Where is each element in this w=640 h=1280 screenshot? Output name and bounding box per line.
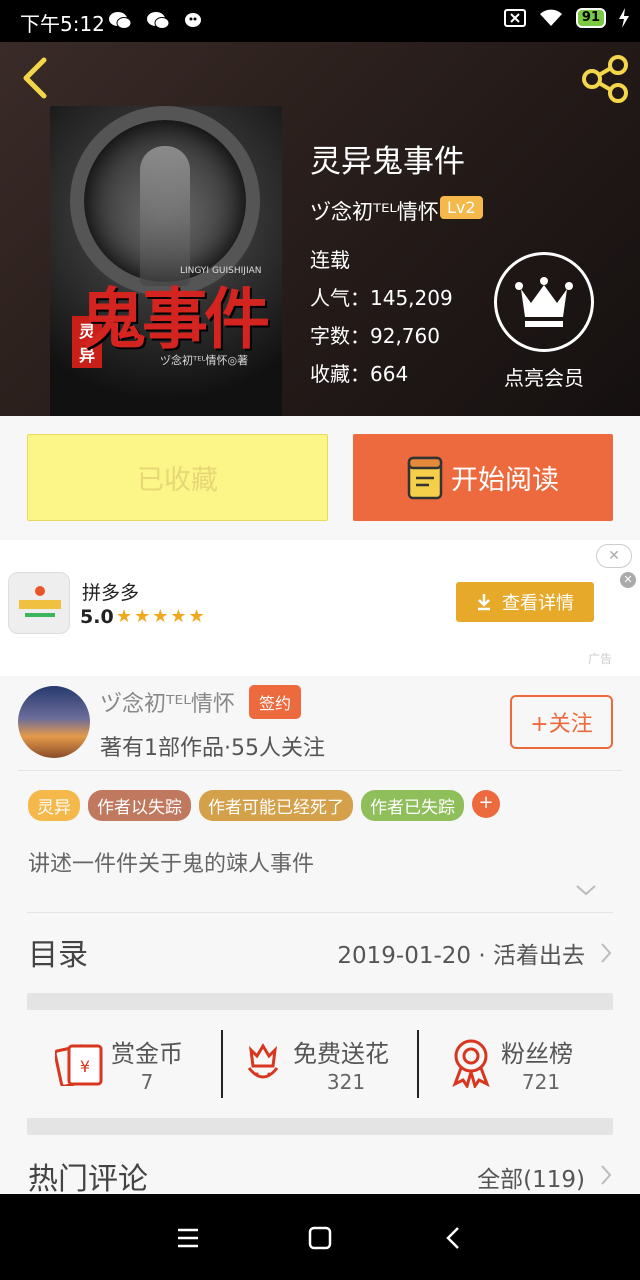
ad-details-button[interactable]: 查看详情 bbox=[456, 582, 594, 622]
reward-coins-button[interactable]: ¥ 赏金币 7 bbox=[27, 1010, 221, 1118]
share-icon[interactable] bbox=[580, 54, 630, 104]
author-avatar[interactable] bbox=[18, 686, 90, 758]
tag-list: 灵异 作者以失踪 作者可能已经死了 作者已失踪 + bbox=[28, 790, 500, 821]
chevron-down-icon[interactable] bbox=[574, 882, 598, 898]
ad-star-rating: ★★★★★ bbox=[116, 606, 207, 627]
reward-label: 粉丝榜 bbox=[501, 1040, 573, 1068]
start-reading-button[interactable]: 开始阅读 bbox=[353, 434, 613, 521]
hot-comments-row[interactable]: 热门评论 全部(119) bbox=[28, 1150, 613, 1200]
send-flower-button[interactable]: 免费送花 321 bbox=[223, 1010, 417, 1118]
sim-icon bbox=[503, 9, 526, 27]
battery-indicator: 91 bbox=[575, 8, 606, 28]
tag-item[interactable]: 作者已失踪 bbox=[361, 790, 464, 821]
status-bar: 下午5:12 91 bbox=[0, 0, 640, 42]
status-time: 下午5:12 bbox=[20, 12, 105, 36]
flower-icon bbox=[247, 1043, 279, 1079]
wifi-icon bbox=[539, 9, 562, 26]
vip-button[interactable] bbox=[494, 252, 594, 352]
ad-label: 广告 bbox=[588, 652, 613, 666]
bird-icon bbox=[185, 13, 202, 27]
author-stats: 著有1部作品·55人关注 bbox=[100, 736, 325, 761]
section-separator bbox=[27, 993, 613, 1010]
fan-ranking-button[interactable]: 粉丝榜 721 bbox=[419, 1010, 613, 1118]
book-author[interactable]: ヅ念初ᵀᴱᴸ情怀 bbox=[310, 196, 439, 226]
all-comments-link[interactable]: 全部(119) bbox=[477, 1160, 585, 1194]
cover-title: 鬼事件 bbox=[80, 280, 270, 358]
latest-chapter: 2019-01-20 · 活着出去 bbox=[337, 943, 585, 969]
back-nav-icon[interactable] bbox=[436, 1220, 472, 1256]
medal-icon bbox=[452, 1039, 490, 1088]
charging-icon bbox=[619, 8, 629, 28]
rewards-row: ¥ 赏金币 7 免费送花 321 粉丝榜 721 bbox=[27, 1010, 613, 1118]
section-separator bbox=[27, 1118, 613, 1135]
book-popularity: 人气：145,209 bbox=[310, 286, 453, 310]
tag-item[interactable]: 灵异 bbox=[28, 790, 80, 821]
author-level-badge: Lv2 bbox=[440, 196, 483, 219]
chevron-right-icon bbox=[601, 943, 612, 963]
cover-author: ヅ念初ᵀᴱᴸ情怀◎著 bbox=[160, 354, 249, 367]
table-of-contents-row[interactable]: 目录 2019-01-20 · 活着出去 bbox=[28, 930, 613, 980]
reward-label: 赏金币 bbox=[111, 1040, 183, 1068]
reward-count: 321 bbox=[326, 1070, 366, 1094]
ad-close-button[interactable]: ✕ bbox=[596, 544, 632, 568]
chevron-right-icon bbox=[601, 1165, 612, 1185]
reward-count: 7 bbox=[140, 1070, 154, 1094]
back-icon[interactable] bbox=[16, 56, 56, 100]
action-area: 已收藏 开始阅读 bbox=[0, 416, 640, 540]
author-name[interactable]: ヅ念初ᵀᴱᴸ情怀 bbox=[100, 686, 235, 718]
home-icon[interactable] bbox=[302, 1220, 338, 1256]
book-icon bbox=[407, 456, 443, 499]
ad-app-name: 拼多多 bbox=[82, 582, 140, 604]
signed-badge: 签约 bbox=[249, 685, 302, 719]
tag-item[interactable]: 作者以失踪 bbox=[88, 790, 191, 821]
ad-rating: 5.0 bbox=[80, 606, 114, 628]
toc-label: 目录 bbox=[28, 938, 88, 973]
crown-icon bbox=[515, 277, 573, 327]
ad-app-icon bbox=[8, 572, 70, 634]
svg-text:¥: ¥ bbox=[80, 1057, 90, 1076]
system-nav-bar bbox=[0, 1194, 640, 1280]
wechat-icon bbox=[109, 12, 132, 29]
hot-comments-label: 热门评论 bbox=[28, 1162, 148, 1197]
ad-details-label: 查看详情 bbox=[502, 593, 574, 614]
notification-icons bbox=[108, 9, 205, 30]
ad-banner[interactable]: ✕ ✕ 拼多多 5.0 ★★★★★ 查看详情 广告 bbox=[0, 540, 640, 676]
book-favorites: 收藏：664 bbox=[310, 362, 409, 386]
tag-item[interactable]: 作者可能已经死了 bbox=[199, 790, 353, 821]
book-description: 讲述一件件关于鬼的竦人事件 bbox=[28, 852, 315, 877]
book-word-count: 字数：92,760 bbox=[310, 324, 440, 348]
reward-label: 免费送花 bbox=[293, 1040, 389, 1068]
status-right: 91 bbox=[503, 8, 630, 28]
start-reading-label: 开始阅读 bbox=[451, 465, 559, 496]
book-title: 灵异鬼事件 bbox=[310, 144, 465, 180]
add-tag-button[interactable]: + bbox=[472, 790, 500, 818]
vip-label[interactable]: 点亮会员 bbox=[496, 362, 592, 391]
follow-button[interactable]: +关注 bbox=[510, 695, 613, 749]
collected-button[interactable]: 已收藏 bbox=[27, 434, 328, 521]
reward-count: 721 bbox=[521, 1070, 561, 1094]
red-envelope-icon: ¥ bbox=[55, 1044, 103, 1086]
menu-icon[interactable] bbox=[170, 1220, 206, 1256]
cover-figure-art bbox=[140, 146, 190, 286]
download-icon bbox=[478, 594, 490, 611]
book-status: 连载 bbox=[310, 248, 350, 272]
wechat-icon bbox=[146, 12, 170, 29]
divider bbox=[27, 912, 613, 913]
book-cover[interactable]: 灵异 鬼事件 LINGYI GUISHIJIAN ヅ念初ᵀᴱᴸ情怀◎著 bbox=[50, 106, 282, 416]
cover-pinyin: LINGYI GUISHIJIAN bbox=[180, 266, 262, 276]
book-header: 灵异 鬼事件 LINGYI GUISHIJIAN ヅ念初ᵀᴱᴸ情怀◎著 灵异鬼事… bbox=[0, 42, 640, 416]
ad-dismiss-icon[interactable]: ✕ bbox=[620, 572, 636, 588]
divider bbox=[18, 770, 622, 771]
collected-label: 已收藏 bbox=[137, 465, 218, 496]
